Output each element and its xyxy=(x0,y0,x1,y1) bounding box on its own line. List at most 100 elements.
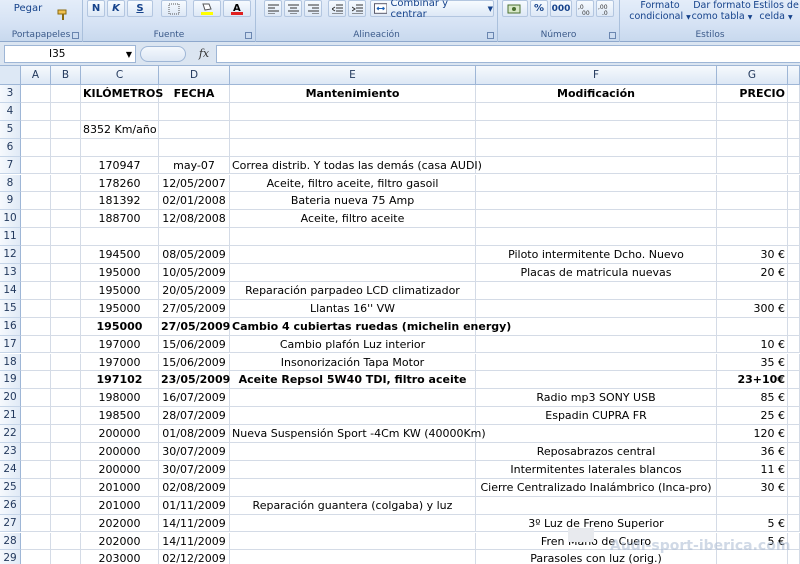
row-header[interactable]: 16 xyxy=(0,317,21,336)
cell-c7[interactable]: 170947 xyxy=(81,156,159,175)
align-right-icon[interactable] xyxy=(304,0,322,17)
cell-d10[interactable]: 12/08/2008 xyxy=(159,210,230,229)
cell-g4[interactable] xyxy=(717,102,788,121)
row-header[interactable]: 29 xyxy=(0,550,21,564)
cell-h19[interactable] xyxy=(788,371,800,390)
cell-c6[interactable] xyxy=(81,138,159,157)
cell-d14[interactable]: 20/05/2009 xyxy=(159,281,230,300)
cell-a16[interactable] xyxy=(21,317,51,336)
cell-g10[interactable] xyxy=(717,210,788,229)
cell-a4[interactable] xyxy=(21,102,51,121)
cell-e20[interactable] xyxy=(230,389,476,408)
cell-f25[interactable]: Cierre Centralizado Inalámbrico (Inca-pr… xyxy=(476,478,717,497)
cell-g29[interactable] xyxy=(717,550,788,564)
cell-g18[interactable]: 35 € xyxy=(717,353,788,372)
cell-b19[interactable] xyxy=(51,371,81,390)
cell-e9[interactable]: Bateria nueva 75 Amp xyxy=(230,192,476,211)
cell-d23[interactable]: 30/07/2009 xyxy=(159,443,230,461)
cell-h27[interactable] xyxy=(788,514,800,533)
cell-h24[interactable] xyxy=(788,460,800,479)
cell-a19[interactable] xyxy=(21,371,51,390)
cell-e15[interactable]: Llantas 16'' VW xyxy=(230,299,476,318)
cell-d25[interactable]: 02/08/2009 xyxy=(159,478,230,497)
align-center-icon[interactable] xyxy=(284,0,302,17)
cell-c23[interactable]: 200000 xyxy=(81,443,159,461)
cell-e27[interactable] xyxy=(230,514,476,533)
cell-h21[interactable] xyxy=(788,407,800,426)
cell-g11[interactable] xyxy=(717,228,788,247)
italic-button[interactable]: K xyxy=(107,0,125,17)
cell-f6[interactable] xyxy=(476,138,717,157)
row-header[interactable]: 11 xyxy=(0,228,21,247)
cell-c29[interactable]: 203000 xyxy=(81,550,159,564)
cell-e26[interactable]: Reparación guantera (colgaba) y luz xyxy=(230,496,476,515)
cell-g9[interactable] xyxy=(717,192,788,211)
cell-g17[interactable]: 10 € xyxy=(717,335,788,354)
cell-f7[interactable] xyxy=(476,156,717,175)
cell-g25[interactable]: 30 € xyxy=(717,478,788,497)
cell-e18[interactable]: Insonorización Tapa Motor xyxy=(230,353,476,372)
cell-a23[interactable] xyxy=(21,443,51,461)
cell-c15[interactable]: 195000 xyxy=(81,299,159,318)
cell-f5[interactable] xyxy=(476,120,717,139)
row-header[interactable]: 18 xyxy=(0,353,21,372)
cell-d11[interactable] xyxy=(159,228,230,247)
cell-b14[interactable] xyxy=(51,281,81,300)
cell-a6[interactable] xyxy=(21,138,51,157)
cell-a29[interactable] xyxy=(21,550,51,564)
cell-g14[interactable] xyxy=(717,281,788,300)
cell-b20[interactable] xyxy=(51,389,81,408)
cell-b6[interactable] xyxy=(51,138,81,157)
cell-c14[interactable]: 195000 xyxy=(81,281,159,300)
cell-f14[interactable] xyxy=(476,281,717,300)
cell-h7[interactable] xyxy=(788,156,800,175)
row-header[interactable]: 19 xyxy=(0,371,21,390)
column-header-next[interactable] xyxy=(788,66,800,85)
cell-h10[interactable] xyxy=(788,210,800,229)
cell-a17[interactable] xyxy=(21,335,51,354)
cell-b23[interactable] xyxy=(51,443,81,461)
cell-g19[interactable]: 23+10€ xyxy=(717,371,788,390)
cell-g16[interactable] xyxy=(717,317,788,336)
borders-icon[interactable] xyxy=(161,0,187,17)
cell-c9[interactable]: 181392 xyxy=(81,192,159,211)
cell-g23[interactable]: 36 € xyxy=(717,443,788,461)
cell-b8[interactable] xyxy=(51,174,81,193)
row-header[interactable]: 27 xyxy=(0,514,21,533)
cell-g20[interactable]: 85 € xyxy=(717,389,788,408)
cell-d21[interactable]: 28/07/2009 xyxy=(159,407,230,426)
cell-b3[interactable] xyxy=(51,85,81,103)
cell-e5[interactable] xyxy=(230,120,476,139)
cell-b11[interactable] xyxy=(51,228,81,247)
cell-a10[interactable] xyxy=(21,210,51,229)
cell-c5[interactable]: 8352 Km/año xyxy=(81,120,159,139)
column-header-c[interactable]: C xyxy=(81,66,159,85)
conditional-format-button[interactable]: Formato condicional ▼ xyxy=(628,0,692,22)
cell-e12[interactable] xyxy=(230,246,476,264)
cell-c18[interactable]: 197000 xyxy=(81,353,159,372)
cell-b16[interactable] xyxy=(51,317,81,336)
cell-e22[interactable]: Nueva Suspensión Sport -4Cm KW (40000Km) xyxy=(230,425,486,443)
cell-d3[interactable]: FECHA xyxy=(159,85,230,103)
cell-d24[interactable]: 30/07/2009 xyxy=(159,460,230,479)
cell-a7[interactable] xyxy=(21,156,51,175)
cell-c16[interactable]: 195000 xyxy=(81,317,159,336)
cell-b21[interactable] xyxy=(51,407,81,426)
row-header[interactable]: 12 xyxy=(0,246,21,264)
row-header[interactable]: 10 xyxy=(0,210,21,229)
cell-c13[interactable]: 195000 xyxy=(81,264,159,282)
cell-styles-button[interactable]: Estilos de celda ▼ xyxy=(752,0,800,22)
cell-c19[interactable]: 197102 xyxy=(81,371,159,390)
cell-c3[interactable]: KILÓMETROS xyxy=(81,85,163,103)
column-header-b[interactable]: B xyxy=(51,66,81,85)
thousands-button[interactable]: 000 xyxy=(550,0,572,17)
cell-c22[interactable]: 200000 xyxy=(81,425,159,443)
cell-d17[interactable]: 15/06/2009 xyxy=(159,335,230,354)
cell-d16[interactable]: 27/05/2009 xyxy=(159,317,230,336)
cell-e8[interactable]: Aceite, filtro aceite, filtro gasoil xyxy=(230,174,476,193)
cell-f26[interactable] xyxy=(476,496,717,515)
cell-h17[interactable] xyxy=(788,335,800,354)
percent-button[interactable]: % xyxy=(530,0,548,17)
cell-g22[interactable]: 120 € xyxy=(717,425,788,443)
cell-d20[interactable]: 16/07/2009 xyxy=(159,389,230,408)
